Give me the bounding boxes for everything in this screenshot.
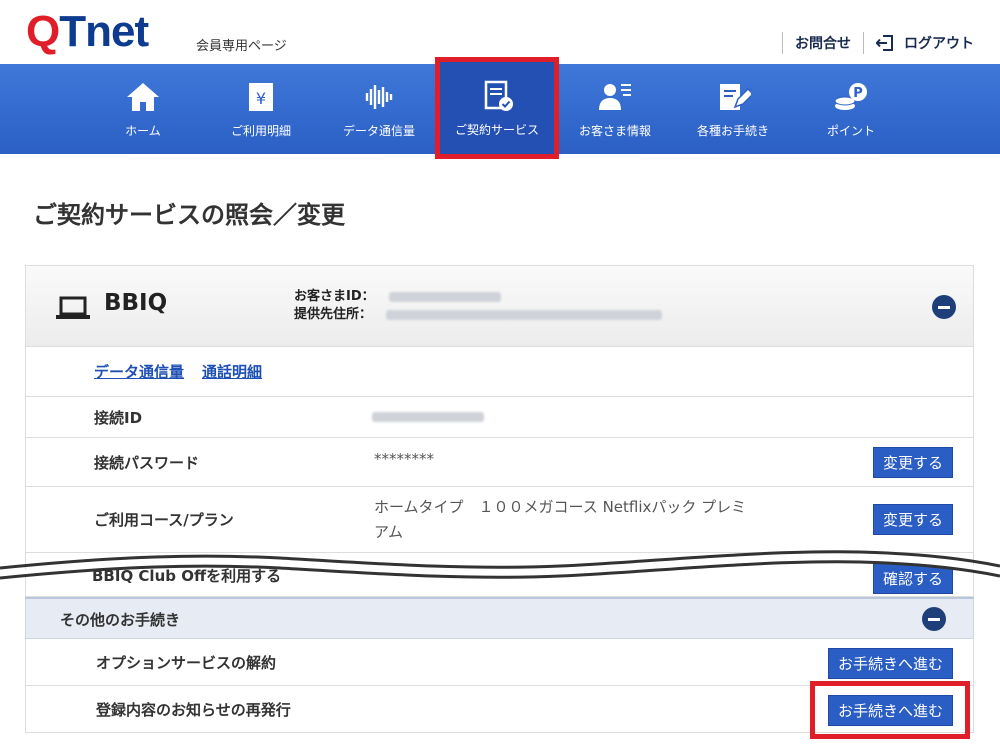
nav-procedures[interactable]: 各種お手続き — [674, 64, 792, 154]
member-page-label: 会員専用ページ — [196, 39, 287, 54]
customer-id-value — [388, 291, 501, 302]
page-title: ご契約サービスの照会／変更 — [33, 201, 345, 229]
sound-wave-icon — [365, 84, 393, 109]
nav-label: ご契約サービス — [454, 122, 539, 137]
plan-value: ホームタイプ １００メガコース Netflixパック プレミアム — [374, 498, 747, 541]
data-usage-link[interactable]: データ通信量 — [94, 363, 184, 381]
nav-label: 各種お手続き — [696, 123, 769, 138]
nav-billing[interactable]: ¥ ご利用明細 — [202, 64, 320, 154]
table-row: オプションサービスの解約 お手続きへ進む — [25, 639, 974, 686]
user-list-icon — [599, 83, 631, 110]
nav-label: ポイント — [826, 123, 875, 138]
svg-text:P: P — [853, 86, 863, 101]
nav-label: お客さま情報 — [578, 123, 651, 138]
main-nav: ホーム ¥ ご利用明細 データ通信量 ご契約サービス お客さま情報 各種お手続き… — [0, 57, 1000, 159]
address-label: 提供先住所： — [294, 307, 373, 322]
header-links: お問合せ ログアウト — [770, 32, 974, 54]
coins-point-icon: P — [834, 82, 867, 110]
header: QTnet 会員専用ページ お問合せ ログアウト — [0, 0, 1000, 64]
table-row: 接続パスワード ******** 変更する — [25, 438, 974, 487]
contract-check-icon — [484, 80, 513, 111]
collapse-icon[interactable] — [932, 295, 956, 319]
panel-header: BBIQ お客さまID： 提供先住所： — [25, 265, 974, 347]
nav-label: データ通信量 — [342, 123, 415, 138]
collapse-icon[interactable] — [922, 607, 946, 631]
password-value: ******** — [374, 450, 434, 468]
customer-info: お客さまID： 提供先住所： — [294, 288, 663, 324]
nav-label: ホーム — [125, 123, 161, 138]
service-name: BBIQ — [104, 290, 168, 316]
row-label: BBIQ Club Offを利用する — [92, 567, 282, 585]
qtnet-logo[interactable]: QTnet — [26, 10, 149, 54]
logout-link[interactable]: ログアウト — [876, 33, 974, 53]
row-label: ご利用コース/プラン — [94, 511, 234, 529]
nav-contract-services[interactable]: ご契約サービス — [435, 57, 559, 159]
change-plan-button[interactable]: 変更する — [872, 504, 953, 535]
logout-label: ログアウト — [904, 36, 974, 52]
form-pen-icon — [720, 83, 751, 110]
svg-text:¥: ¥ — [256, 89, 266, 108]
nav-points[interactable]: P ポイント — [792, 64, 910, 154]
home-icon — [127, 82, 159, 111]
table-row: BBIQ Club Offを利用する 確認する — [25, 553, 974, 597]
row-label: 接続パスワード — [94, 454, 200, 472]
row-label: 登録内容のお知らせの再発行 — [96, 701, 291, 719]
bbiq-panel: BBIQ お客さまID： 提供先住所： データ通信量 通話明細 接続ID 接続パス… — [25, 265, 974, 733]
row-label: オプションサービスの解約 — [96, 654, 277, 672]
nav-label: ご利用明細 — [230, 123, 291, 138]
divider — [782, 32, 783, 54]
row-label: 接続ID — [94, 409, 143, 427]
table-row: 登録内容のお知らせの再発行 お手続きへ進む — [25, 686, 974, 733]
nav-home[interactable]: ホーム — [84, 64, 202, 154]
nav-data-usage[interactable]: データ通信量 — [320, 64, 438, 154]
connection-id-value — [372, 412, 484, 422]
reissue-notice-button[interactable]: お手続きへ進む — [827, 695, 953, 726]
customer-id-label: お客さまID： — [294, 289, 375, 304]
address-value — [386, 309, 663, 320]
links-row: データ通信量 通話明細 — [25, 347, 974, 397]
cancel-option-button[interactable]: お手続きへ進む — [827, 648, 953, 679]
other-procedures-header: その他のお手続き — [25, 597, 974, 639]
logout-icon — [876, 35, 893, 51]
call-details-link[interactable]: 通話明細 — [202, 363, 262, 381]
yen-bill-icon: ¥ — [249, 82, 273, 111]
divider — [863, 32, 864, 54]
contact-link[interactable]: お問合せ — [795, 33, 851, 53]
table-row: ご利用コース/プラン ホームタイプ １００メガコース Netflixパック プレ… — [25, 487, 974, 553]
confirm-button[interactable]: 確認する — [872, 563, 953, 594]
table-row: 接続ID — [25, 397, 974, 438]
change-password-button[interactable]: 変更する — [872, 447, 953, 478]
nav-customer-info[interactable]: お客さま情報 — [556, 64, 674, 154]
laptop-icon — [56, 296, 90, 319]
other-procedures-title: その他のお手続き — [60, 611, 181, 629]
